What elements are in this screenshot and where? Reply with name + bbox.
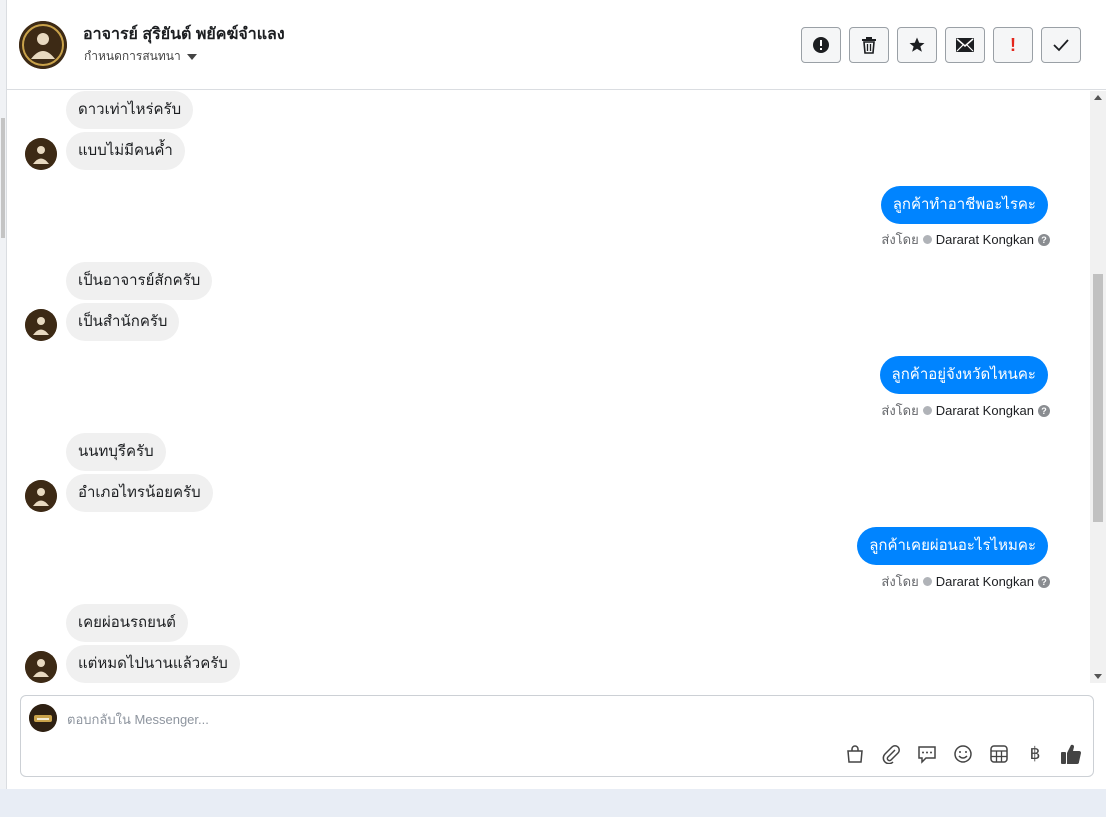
caret-down-icon <box>186 53 197 60</box>
composer-toolbar: ฿ <box>843 742 1083 766</box>
contact-avatar-small <box>25 480 57 512</box>
incoming-message[interactable]: เป็นอาจารย์สักครับ <box>66 262 213 300</box>
help-icon[interactable]: ? <box>1038 575 1050 588</box>
conversation-header: อาจารย์ สุริยันต์ พยัคฆ์จำแลง กำหนดการสน… <box>7 0 1106 90</box>
paperclip-icon[interactable] <box>879 742 903 766</box>
conversation-panel: อาจารย์ สุริยันต์ พยัคฆ์จำแลง กำหนดการสน… <box>6 0 1106 789</box>
incoming-message[interactable]: แต่หมดไปนานแล้วครับ <box>66 645 240 683</box>
incoming-message[interactable]: นนทบุรีครับ <box>66 433 166 471</box>
shopping-bag-icon[interactable] <box>843 742 867 766</box>
page-avatar <box>29 704 57 732</box>
sent-by-label: ส่งโดย <box>881 574 919 589</box>
sender-status-icon <box>922 235 932 244</box>
star-button[interactable] <box>897 27 937 63</box>
alert-circle-icon <box>813 37 829 53</box>
message-thread[interactable]: ดาวเท่าไหร่ครับ แบบไม่มีคนค้ำ ลูกค้าทำอา… <box>7 91 1090 683</box>
sender-name[interactable]: Dararat Kongkan <box>936 232 1034 247</box>
outgoing-message[interactable]: ลูกค้าเคยผ่อนอะไรไหมคะ <box>857 527 1048 565</box>
mark-spam-button[interactable] <box>801 27 841 63</box>
contact-name[interactable]: อาจารย์ สุริยันต์ พยัคฆ์จำแลง <box>83 22 285 47</box>
delete-button[interactable] <box>849 27 889 63</box>
contact-avatar-small <box>25 651 57 683</box>
baht-icon[interactable]: ฿ <box>1023 742 1047 766</box>
sender-name[interactable]: Dararat Kongkan <box>936 403 1034 418</box>
conversation-settings-label: กำหนดการสนทนา <box>84 49 181 63</box>
incoming-message[interactable]: ดาวเท่าไหร่ครับ <box>66 91 194 129</box>
help-icon[interactable]: ? <box>1038 404 1050 417</box>
left-scrollbar-thumb[interactable] <box>1 118 5 238</box>
incoming-message[interactable]: เคยผ่อนรถยนต์ <box>66 604 188 642</box>
thread-scrollbar[interactable] <box>1090 91 1106 683</box>
header-actions: ! <box>801 27 1081 63</box>
mark-unread-button[interactable] <box>945 27 985 63</box>
reply-input[interactable] <box>67 708 767 730</box>
incoming-message[interactable]: แบบไม่มีคนค้ำ <box>66 132 185 170</box>
sent-by-line: ส่งโดย Dararat Kongkan ? <box>881 229 1050 250</box>
scroll-down-arrow-icon[interactable] <box>1094 674 1102 679</box>
envelope-icon <box>956 38 974 52</box>
help-icon[interactable]: ? <box>1038 233 1050 246</box>
incoming-message[interactable]: อำเภอไทรน้อยครับ <box>66 474 213 512</box>
contact-avatar[interactable] <box>19 21 67 69</box>
smiley-icon[interactable] <box>951 742 975 766</box>
outgoing-message[interactable]: ลูกค้าทำอาชีพอะไรคะ <box>880 186 1048 224</box>
exclamation-icon: ! <box>1010 34 1016 55</box>
contact-avatar-small <box>25 138 57 170</box>
incoming-message[interactable]: เป็นสำนักครับ <box>66 303 180 341</box>
scroll-up-arrow-icon[interactable] <box>1094 95 1102 100</box>
sent-by-label: ส่งโดย <box>881 232 919 247</box>
sender-name[interactable]: Dararat Kongkan <box>936 574 1034 589</box>
trash-icon <box>862 37 876 54</box>
conversation-settings-dropdown[interactable]: กำหนดการสนทนา <box>84 47 197 66</box>
flag-follow-up-button[interactable]: ! <box>993 27 1033 63</box>
sent-by-line: ส่งโดย Dararat Kongkan ? <box>881 571 1050 592</box>
sender-status-icon <box>922 406 932 415</box>
sender-status-icon <box>922 577 932 586</box>
contact-avatar-small <box>25 309 57 341</box>
thread-scrollbar-thumb[interactable] <box>1093 274 1103 522</box>
thumbs-up-icon[interactable] <box>1059 742 1083 766</box>
check-icon <box>1053 39 1069 52</box>
sent-by-line: ส่งโดย Dararat Kongkan ? <box>881 400 1050 421</box>
outgoing-message[interactable]: ลูกค้าอยู่จังหวัดไหนคะ <box>879 356 1048 394</box>
mark-done-button[interactable] <box>1041 27 1081 63</box>
reply-composer: ฿ <box>20 695 1094 777</box>
chat-bubble-icon[interactable] <box>915 742 939 766</box>
sent-by-label: ส่งโดย <box>881 403 919 418</box>
star-icon <box>909 37 925 52</box>
table-icon[interactable] <box>987 742 1011 766</box>
